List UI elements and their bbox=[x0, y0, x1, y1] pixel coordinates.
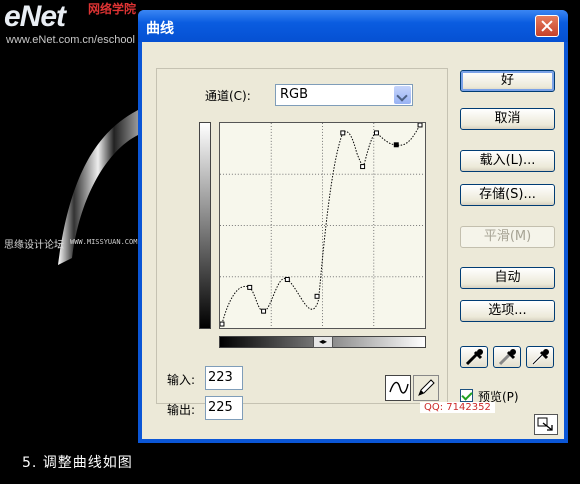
input-label: 输入: bbox=[167, 373, 196, 387]
curve-control-points bbox=[220, 123, 423, 327]
output-field[interactable]: 225 bbox=[205, 396, 243, 420]
control-point bbox=[220, 321, 225, 327]
curve-tool-group bbox=[385, 375, 441, 401]
control-point bbox=[360, 164, 366, 170]
watermark-url: WWW.MISSYUAN.COM bbox=[70, 238, 138, 246]
control-point bbox=[340, 130, 346, 136]
ok-button[interactable]: 好 bbox=[460, 70, 555, 92]
channel-label: 通道(C): bbox=[205, 89, 251, 103]
site-logo: eNet bbox=[4, 0, 66, 33]
input-field[interactable]: 223 bbox=[205, 366, 243, 390]
curve-line bbox=[221, 124, 421, 325]
load-button[interactable]: 载入(L)... bbox=[460, 150, 555, 172]
caption: 5. 调整曲线如图 bbox=[22, 455, 133, 471]
options-button[interactable]: 选项... bbox=[460, 300, 555, 322]
pencil-tool-icon[interactable] bbox=[413, 375, 439, 401]
selected-control-point bbox=[393, 142, 399, 148]
gray-eyedropper-icon[interactable] bbox=[493, 346, 521, 368]
gradient-direction-toggle-icon[interactable]: ◂▸ bbox=[313, 336, 333, 348]
control-point bbox=[417, 123, 423, 128]
dialog-body: 通道(C): RGB ◂▸ 输入: 223 输出: 225 好 取消 载入(L)… bbox=[142, 42, 564, 439]
output-label: 输出: bbox=[167, 403, 196, 417]
qq-watermark: QQ: 7142352 bbox=[420, 402, 495, 413]
close-icon[interactable] bbox=[535, 15, 559, 37]
preview-checkbox[interactable] bbox=[460, 389, 473, 402]
resize-icon[interactable] bbox=[534, 414, 558, 435]
curves-dialog: 曲线 通道(C): RGB ◂▸ 输入: 223 输出: 225 好 取消 载入… bbox=[138, 10, 568, 443]
control-point bbox=[314, 293, 320, 299]
site-url: www.eNet.com.cn/eschool bbox=[6, 34, 135, 46]
channel-select[interactable]: RGB bbox=[275, 84, 413, 106]
curve-grid bbox=[220, 123, 425, 328]
curve-graph[interactable] bbox=[219, 122, 426, 329]
title-bar[interactable]: 曲线 bbox=[138, 10, 568, 42]
white-eyedropper-icon[interactable] bbox=[526, 346, 554, 368]
site-logo-cn: 网络学院 bbox=[88, 2, 137, 16]
control-point bbox=[261, 308, 267, 314]
dialog-title: 曲线 bbox=[146, 21, 174, 37]
channel-value: RGB bbox=[280, 87, 309, 102]
curves-group: 通道(C): RGB ◂▸ 输入: 223 输出: 225 bbox=[156, 68, 448, 420]
smooth-button[interactable]: 平滑(M) bbox=[460, 226, 555, 248]
control-point bbox=[373, 130, 379, 136]
control-point bbox=[284, 276, 290, 282]
control-point bbox=[247, 284, 253, 290]
cancel-button[interactable]: 取消 bbox=[460, 108, 555, 130]
chevron-down-icon[interactable] bbox=[394, 86, 411, 104]
black-eyedropper-icon[interactable] bbox=[460, 346, 488, 368]
auto-button[interactable]: 自动 bbox=[460, 267, 555, 289]
curve-tool-icon[interactable] bbox=[385, 375, 411, 401]
output-gradient-bar bbox=[199, 122, 211, 329]
watermark-text: 思缘设计论坛 bbox=[4, 240, 64, 251]
save-button[interactable]: 存储(S)... bbox=[460, 184, 555, 206]
